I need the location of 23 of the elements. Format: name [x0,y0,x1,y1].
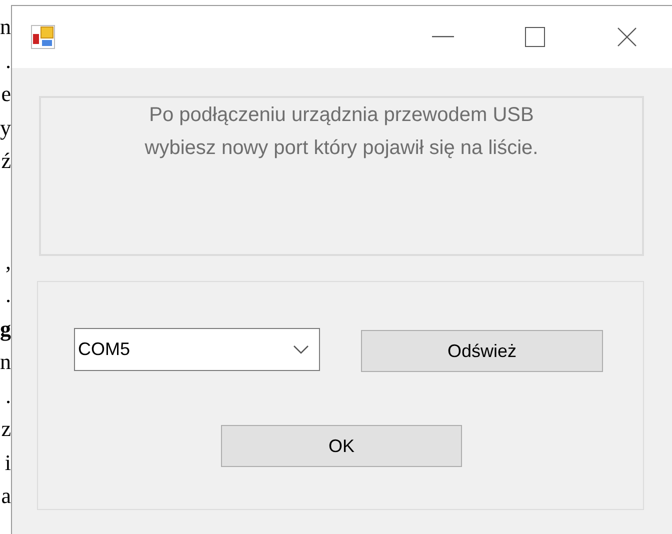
chevron-down-icon [293,345,309,354]
background-text: i [4,448,11,476]
info-message: Po podłączeniu urządznia przewodem USB wybiesz nowy port który pojawił się na liście. [144,103,540,161]
background-text: . [4,382,11,410]
refresh-button[interactable]: Odśwież [361,330,603,372]
background-text: . [4,281,11,309]
app-icon [31,25,55,49]
background-text: a [0,482,11,510]
background-text: y [0,114,11,142]
background-text: e [0,80,11,108]
minimize-icon [432,36,454,38]
maximize-icon [525,27,545,47]
background-text: , [4,248,11,276]
background-text: z [0,415,11,443]
background-text: . [4,46,11,74]
port-value: COM5 [78,338,130,361]
ok-button[interactable]: OK [221,425,462,467]
port-combo-box[interactable]: COM5 [74,328,320,371]
background-text: n [0,348,11,376]
background-text: g [0,314,11,343]
background-text: ź [0,147,11,175]
background-text: n [0,13,11,41]
close-icon [617,27,637,47]
